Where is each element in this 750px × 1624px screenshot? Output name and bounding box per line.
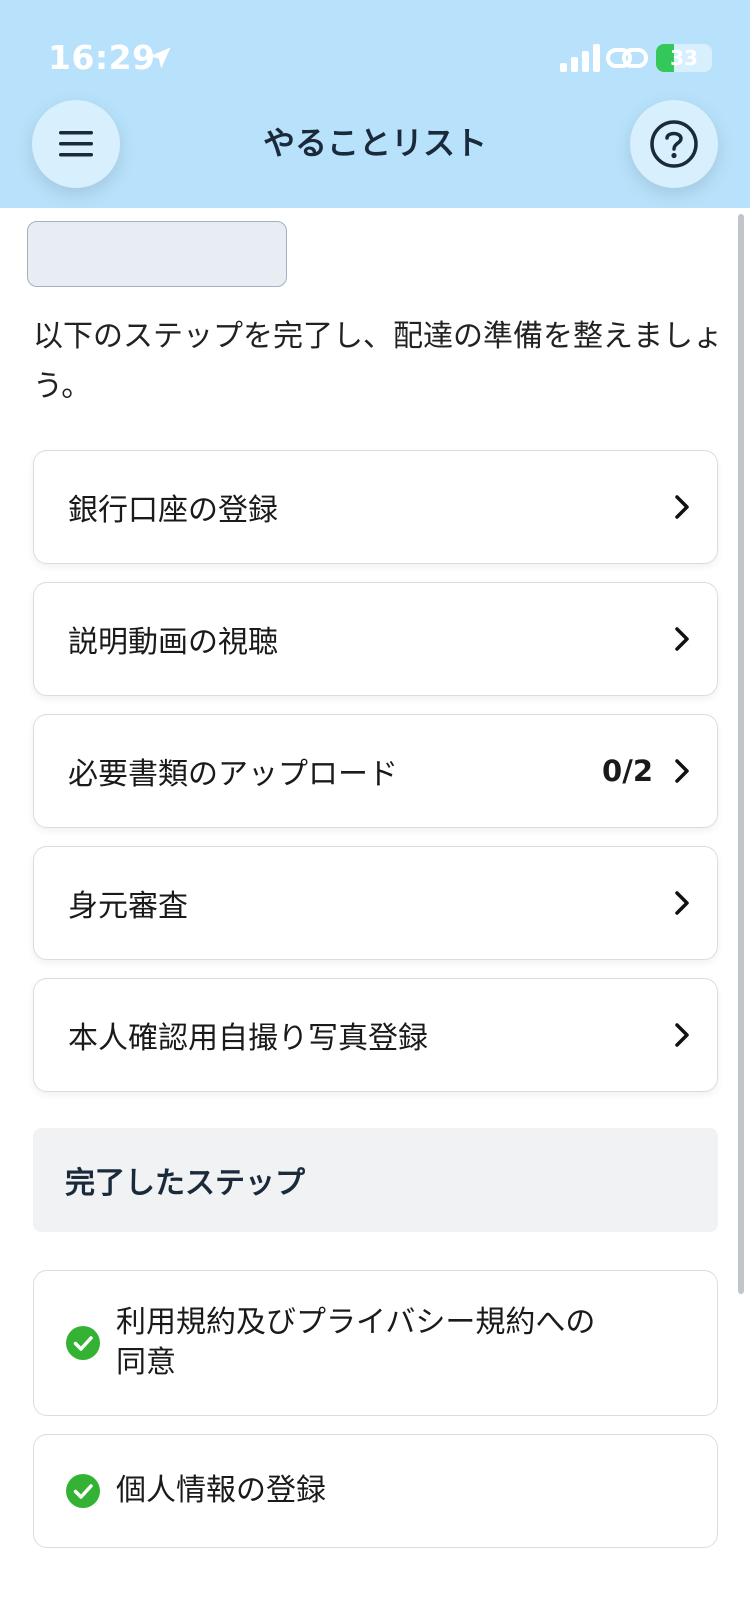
- step-selfie-registration[interactable]: 本人確認用自撮り写真登録: [33, 978, 718, 1092]
- chevron-right-icon: [675, 759, 689, 783]
- battery-icon: 33: [656, 44, 712, 72]
- step-bank-account[interactable]: 銀行口座の登録: [33, 450, 718, 564]
- step-background-check[interactable]: 身元審査: [33, 846, 718, 960]
- battery-level: 33: [670, 46, 698, 70]
- link-icon: [606, 48, 648, 68]
- app-header: 16:29 33 やることリスト: [0, 0, 750, 208]
- completed-steps-header: 完了したステップ: [33, 1128, 718, 1232]
- intro-text: 以下のステップを完了し、配達の準備を整えましょう。: [33, 319, 723, 404]
- step-upload-documents[interactable]: 必要書類のアップロード 0/2: [33, 714, 718, 828]
- status-time: 16:29: [48, 38, 156, 77]
- chevron-right-icon: [675, 1023, 689, 1047]
- step-progress-count: 0/2: [602, 754, 653, 788]
- step-label: 必要書類のアップロード: [68, 757, 398, 792]
- chevron-right-icon: [675, 627, 689, 651]
- step-label: 銀行口座の登録: [68, 493, 278, 528]
- step-label: 本人確認用自撮り写真登録: [68, 1021, 428, 1056]
- step-label: 身元審査: [68, 889, 188, 924]
- completed-step-personal-info: 個人情報の登録: [33, 1434, 718, 1548]
- chevron-right-icon: [675, 495, 689, 519]
- scrollbar[interactable]: [738, 214, 744, 1294]
- check-circle-icon: [66, 1326, 100, 1360]
- location-arrow-icon: [149, 47, 171, 69]
- step-watch-video[interactable]: 説明動画の視聴: [33, 582, 718, 696]
- chevron-right-icon: [675, 891, 689, 915]
- status-bar: 16:29 33: [0, 0, 750, 100]
- completed-step-label: 利用規約及びプライバシー規約への同意: [116, 1305, 596, 1380]
- help-button[interactable]: [630, 100, 718, 188]
- check-circle-icon: [66, 1474, 100, 1508]
- signal-icon: [560, 44, 600, 72]
- help-circle-icon: [650, 120, 698, 168]
- completed-step-terms-agreement: 利用規約及びプライバシー規約への同意: [33, 1270, 718, 1416]
- completed-step-label: 個人情報の登録: [116, 1473, 326, 1508]
- status-tag-placeholder: [27, 221, 287, 287]
- todo-list-screen: 16:29 33 やることリスト 以下のステップを完了し、配達の準備を整えましょ…: [0, 0, 750, 1624]
- step-label: 説明動画の視聴: [68, 625, 278, 660]
- completed-steps-title: 完了したステップ: [65, 1166, 305, 1201]
